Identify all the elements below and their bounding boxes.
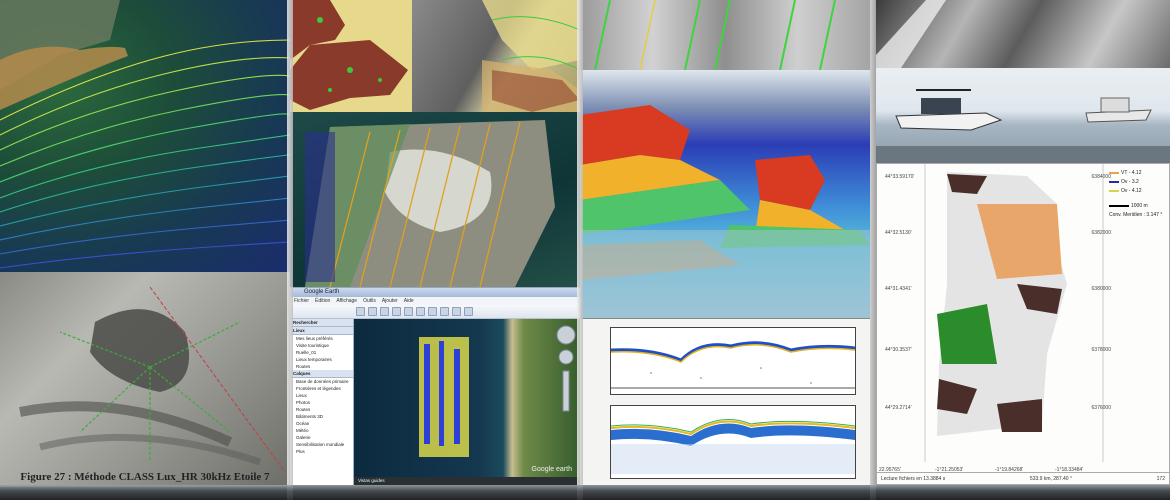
echogram-top-graphic bbox=[610, 341, 856, 389]
latitude-label: 44°33.59170' bbox=[885, 174, 915, 180]
panel-divider bbox=[577, 0, 583, 500]
places-item[interactable]: Routes bbox=[290, 363, 353, 370]
sidescan-strip-graphic bbox=[876, 0, 946, 68]
layer-item[interactable]: Lieux bbox=[290, 392, 353, 399]
layer-item[interactable]: Sensibilisation mondiale bbox=[290, 441, 353, 448]
easting-label: 6378000 bbox=[1091, 347, 1111, 353]
survey-boats-photo bbox=[876, 68, 1170, 163]
easting-label: 6384000 bbox=[1091, 174, 1111, 180]
status-bar: Vistas guides bbox=[354, 477, 580, 485]
easting-label: 6380000 bbox=[1091, 286, 1111, 292]
reflection-band bbox=[0, 485, 1170, 500]
easting-label: 6382000 bbox=[1091, 230, 1111, 236]
layer-item[interactable]: Bâtiments 3D bbox=[290, 413, 353, 420]
pan-control-icon bbox=[558, 349, 574, 365]
map-overlay-graphic bbox=[419, 325, 576, 457]
panel-divider bbox=[870, 0, 876, 500]
echogram-bottom-graphic bbox=[610, 419, 856, 474]
sidescan-figure-panel: Figure 27 : Méthode CLASS Lux_HR 30kHz E… bbox=[0, 272, 290, 487]
contour-lines-graphic bbox=[0, 0, 290, 269]
zoom-slider bbox=[562, 370, 570, 412]
email-button[interactable] bbox=[452, 307, 461, 316]
sun-button[interactable] bbox=[440, 307, 449, 316]
map-view[interactable]: Google earth bbox=[354, 319, 580, 477]
layer-item[interactable]: Routes bbox=[290, 406, 353, 413]
latitude-label: 44°31.4341' bbox=[885, 286, 912, 292]
record-tour-button[interactable] bbox=[416, 307, 425, 316]
menu-help[interactable]: Aide bbox=[404, 297, 414, 305]
places-item[interactable]: Ruelle_01 bbox=[290, 349, 353, 356]
chart-footer: Lecture fichiers en 13.3884 s 533.9 km, … bbox=[877, 472, 1169, 484]
latitude-label: 44°32.5130' bbox=[885, 230, 912, 236]
menu-edit[interactable]: Édition bbox=[315, 297, 330, 305]
figure-caption: Figure 27 : Méthode CLASS Lux_HR 30kHz E… bbox=[20, 471, 270, 483]
historical-imagery-button[interactable] bbox=[428, 307, 437, 316]
footer-distance: 533.9 km, 287.40 ° bbox=[1029, 476, 1072, 482]
toolbar bbox=[290, 305, 580, 319]
sidescan-strip-panel bbox=[876, 0, 1170, 68]
menu-bar: Fichier Édition Affichage Outils Ajouter… bbox=[290, 297, 580, 305]
legend-entry: VT - 4.12 bbox=[1109, 169, 1162, 178]
menu-view[interactable]: Affichage bbox=[336, 297, 357, 305]
photo-collage: Figure 27 : Méthode CLASS Lux_HR 30kHz E… bbox=[0, 0, 1170, 500]
add-path-button[interactable] bbox=[392, 307, 401, 316]
habitat-map-panel bbox=[290, 0, 412, 112]
sidescan-graphic bbox=[19, 286, 286, 473]
menu-add[interactable]: Ajouter bbox=[382, 297, 398, 305]
places-header[interactable]: Lieux bbox=[290, 327, 353, 335]
scale-bar: 1000 m bbox=[1109, 202, 1162, 211]
layer-item[interactable]: Océan bbox=[290, 420, 353, 427]
add-placemark-button[interactable] bbox=[368, 307, 377, 316]
legend-entry: Ov - 3.2 bbox=[1109, 178, 1162, 187]
places-item[interactable]: Visite touristique bbox=[290, 342, 353, 349]
layer-item[interactable]: Frontières et légendes bbox=[290, 385, 353, 392]
overlay-map-graphic bbox=[482, 0, 580, 112]
sonar-strip-graphic bbox=[594, 0, 836, 70]
google-earth-logo: Google earth bbox=[531, 466, 572, 473]
latitude-label: 44°30.3537' bbox=[885, 347, 912, 353]
layer-item[interactable]: Galerie bbox=[290, 434, 353, 441]
hide-sidebar-button[interactable] bbox=[356, 307, 365, 316]
places-item[interactable]: Lieux temporaires bbox=[290, 356, 353, 363]
google-earth-window: Google Earth Fichier Édition Affichage O… bbox=[290, 287, 580, 485]
footer-timing: Lecture fichiers en 13.3884 s bbox=[881, 476, 946, 482]
panel-divider bbox=[287, 0, 293, 500]
menu-tools[interactable]: Outils bbox=[363, 297, 376, 305]
legend-entry: Ov - 4.12 bbox=[1109, 187, 1162, 196]
google-earth-sidebar: Rechercher Lieux Mes lieux préférés Visi… bbox=[290, 319, 354, 485]
layer-item[interactable]: Base de données primaire bbox=[290, 378, 353, 385]
search-header[interactable]: Rechercher bbox=[290, 319, 353, 327]
echogram-top bbox=[610, 327, 856, 395]
terrain-3d-panel bbox=[580, 70, 870, 318]
add-polygon-button[interactable] bbox=[380, 307, 389, 316]
window-title: Google Earth bbox=[290, 288, 580, 297]
layer-item[interactable]: Photos bbox=[290, 399, 353, 406]
terrain-3d-graphic bbox=[580, 105, 870, 318]
menu-file[interactable]: Fichier bbox=[294, 297, 309, 305]
footer-count: 172 bbox=[1156, 476, 1165, 482]
print-button[interactable] bbox=[464, 307, 473, 316]
sonar-strip-panel bbox=[580, 0, 870, 70]
echogram-panel bbox=[580, 318, 870, 485]
layer-item[interactable]: Météo bbox=[290, 427, 353, 434]
echogram-bottom bbox=[610, 405, 856, 479]
add-overlay-button[interactable] bbox=[404, 307, 413, 316]
aerial-survey-graphic bbox=[305, 120, 555, 287]
places-item[interactable]: Mes lieux préférés bbox=[290, 335, 353, 342]
bathymetry-contour-panel bbox=[0, 0, 290, 272]
habitat-map-graphic bbox=[290, 0, 408, 110]
grid-note: Conv. Meridien : 3.147 ° bbox=[1109, 212, 1163, 218]
overlay-map-panel bbox=[412, 0, 580, 112]
latitude-label: 44°29.2714' bbox=[885, 405, 912, 411]
boats-graphic bbox=[876, 89, 1170, 163]
chart-legend: VT - 4.12 Ov - 3.2 Ov - 4.12 1000 m Conv… bbox=[1109, 169, 1162, 220]
navigation-compass-icon bbox=[556, 325, 576, 345]
easting-label: 6376000 bbox=[1091, 405, 1111, 411]
layers-header[interactable]: Calques bbox=[290, 370, 353, 378]
layer-item[interactable]: Plus bbox=[290, 448, 353, 455]
aerial-survey-panel bbox=[290, 112, 580, 287]
habitat-classification-chart: VT - 4.12 Ov - 3.2 Ov - 4.12 1000 m Conv… bbox=[876, 163, 1170, 485]
